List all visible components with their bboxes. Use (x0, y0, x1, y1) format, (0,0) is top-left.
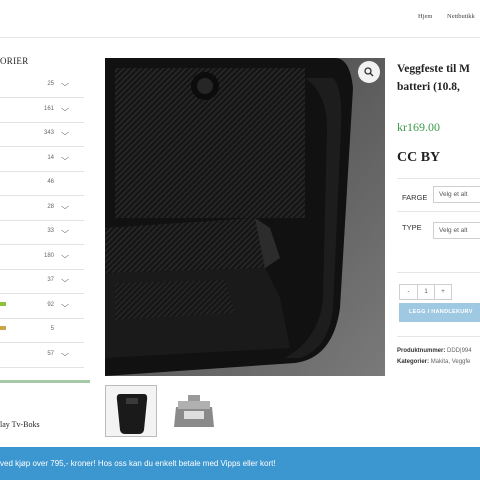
thumbnail-holder[interactable] (105, 385, 157, 437)
qty-decrease-button[interactable]: - (400, 285, 417, 299)
magnifier-icon (364, 67, 374, 77)
category-count: 161 (43, 105, 54, 112)
divider (397, 178, 480, 179)
chevron-down-icon[interactable]: ⌵ (61, 349, 69, 359)
promo-banner: ved kjøp over 795,- kroner! Hos oss kan … (0, 447, 480, 480)
chevron-down-icon[interactable]: ⌵ (61, 300, 69, 310)
category-swatch (0, 301, 6, 306)
sidebar-widget-item[interactable]: lay Tv-Boks (0, 420, 40, 429)
top-navigation: Hjem Nettbutikk (0, 0, 480, 36)
category-swatch (0, 350, 6, 355)
category-swatch (0, 277, 6, 281)
category-swatch (0, 203, 6, 208)
categories-value[interactable]: Makita, Veggfe (431, 359, 471, 365)
chevron-down-icon[interactable]: ⌵ (61, 275, 69, 285)
category-swatch (0, 154, 6, 159)
header-divider (0, 37, 480, 38)
sidebar-accent-bar (0, 380, 90, 383)
product-photo (105, 58, 385, 376)
qty-input[interactable]: 1 (417, 285, 434, 299)
category-count: 37 (47, 277, 54, 283)
sidebar-widget-label: lay Tv-Boks (0, 420, 40, 429)
categories-row: Kategorier: Makita, Veggfe (397, 359, 470, 365)
category-row[interactable]: 14 ⌵ (0, 148, 84, 172)
category-swatch (0, 105, 6, 110)
categories-label: Kategorier: (397, 359, 430, 365)
category-count: 28 (47, 203, 54, 210)
category-count: 343 (43, 130, 54, 136)
category-count: 33 (47, 228, 54, 234)
category-row[interactable]: 92 ⌵ (0, 295, 84, 319)
type-select[interactable]: Velg et alt (433, 222, 480, 239)
category-swatch (0, 326, 6, 330)
zoom-button[interactable] (358, 61, 380, 83)
chevron-down-icon[interactable]: ⌵ (61, 79, 69, 89)
chevron-down-icon[interactable]: ⌵ (61, 226, 69, 236)
category-row[interactable]: 33 ⌵ (0, 221, 84, 245)
color-select[interactable]: Velg et alt (433, 186, 480, 203)
thumbnail-battery[interactable] (168, 385, 220, 437)
category-row[interactable]: 57 ⌵ (0, 344, 84, 368)
chevron-down-icon[interactable]: ⌵ (61, 251, 69, 261)
promo-banner-text: ved kjøp over 795,- kroner! Hos oss kan … (0, 459, 276, 468)
category-row[interactable]: 180 ⌵ (0, 246, 84, 270)
license-label: CC BY (397, 150, 441, 165)
category-swatch (0, 179, 6, 183)
category-row[interactable]: 343 ⌵ (0, 123, 84, 147)
category-row[interactable]: 161 ⌵ (0, 99, 84, 123)
product-main-image[interactable] (105, 58, 385, 376)
category-count: 180 (43, 252, 54, 259)
sku-row: Produktnummer: DDD|994 (397, 348, 472, 354)
nav-link-home[interactable]: Hjem (418, 13, 432, 20)
chevron-down-icon[interactable]: ⌵ (61, 202, 69, 212)
divider (397, 336, 480, 337)
quantity-stepper: - 1 + (399, 284, 452, 300)
category-count: 25 (47, 81, 54, 87)
option-label-color: FARGE (402, 193, 428, 202)
thumbnail-holder-image (106, 386, 156, 436)
category-row[interactable]: 28 ⌵ (0, 197, 84, 221)
category-row[interactable]: 25 ⌵ (0, 74, 84, 98)
chevron-down-icon[interactable]: ⌵ (61, 153, 69, 163)
sidebar-title: ORIER (0, 56, 29, 66)
product-price: kr169.00 (397, 120, 440, 134)
category-row[interactable]: 46 (0, 172, 84, 196)
sku-value: DDD|994 (447, 348, 472, 354)
category-swatch (0, 130, 6, 134)
sku-label: Produktnummer: (397, 348, 446, 354)
category-count: 46 (47, 179, 54, 185)
chevron-down-icon[interactable]: ⌵ (61, 128, 69, 138)
category-count: 14 (47, 154, 54, 161)
option-label-type: TYPE (402, 223, 422, 232)
divider (397, 211, 480, 212)
thumbnail-battery-image (168, 385, 220, 437)
qty-increase-button[interactable]: + (434, 285, 451, 299)
category-swatch (0, 252, 6, 257)
category-swatch (0, 81, 6, 85)
category-count: 5 (50, 326, 54, 332)
nav-link-shop[interactable]: Nettbutikk (447, 13, 475, 20)
category-row[interactable]: 37 ⌵ (0, 270, 84, 294)
product-title: Veggfeste til M batteri (10.8, (397, 63, 471, 93)
add-to-cart-button[interactable]: LEGG I HANDLEKURV (399, 303, 480, 322)
chevron-down-icon[interactable]: ⌵ (61, 104, 69, 114)
category-swatch (0, 228, 6, 232)
divider (397, 272, 480, 273)
category-count: 57 (47, 350, 54, 357)
category-count: 92 (47, 301, 54, 308)
category-row[interactable]: 5 (0, 319, 84, 343)
